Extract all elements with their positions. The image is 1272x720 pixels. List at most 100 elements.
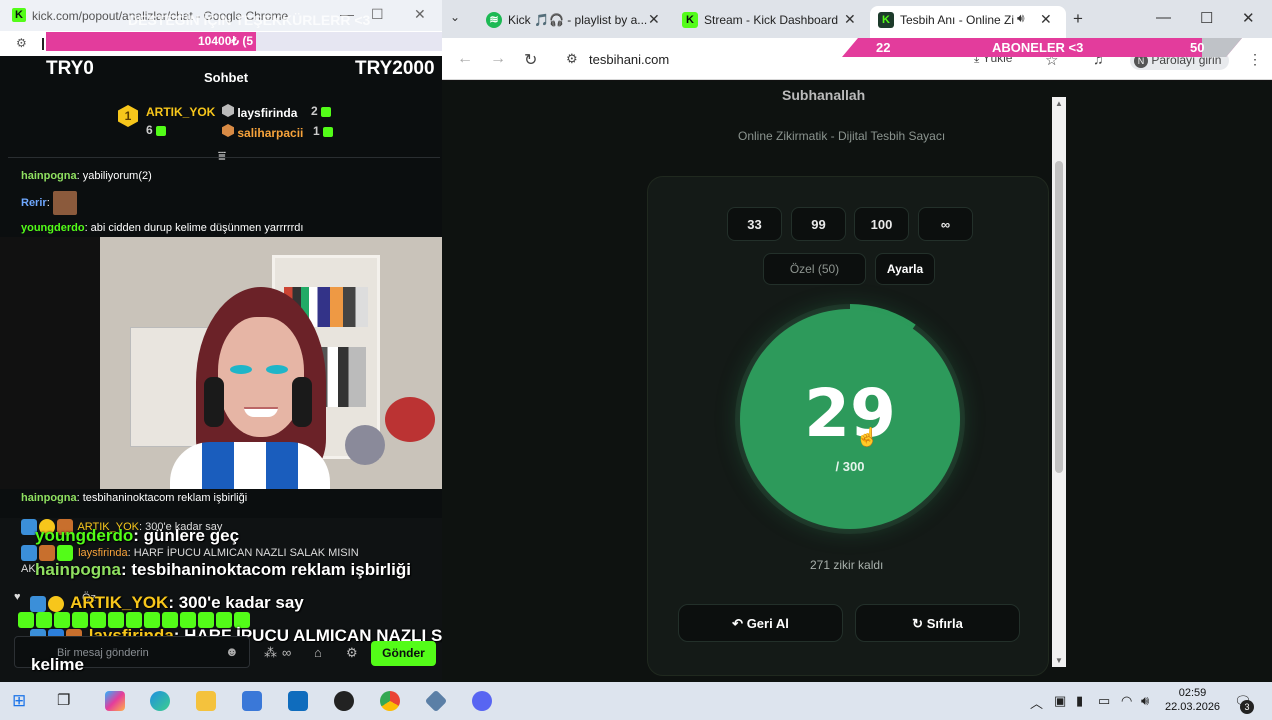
- tab-close-icon[interactable]: ✕: [648, 11, 660, 28]
- clock-time: 02:59: [1178, 687, 1207, 699]
- chat-text: :: [46, 196, 50, 209]
- store-icon[interactable]: ⌂: [314, 645, 322, 660]
- chat-username[interactable]: hainpogna: [21, 492, 77, 504]
- eye-right: [266, 365, 288, 374]
- send-button[interactable]: Gönder: [371, 641, 436, 666]
- scrollbar-thumb[interactable]: [1055, 161, 1063, 473]
- gift-count: 1: [313, 124, 320, 138]
- scroll-up-icon[interactable]: ▲: [1055, 99, 1063, 108]
- close-icon[interactable]: ✕: [1242, 9, 1255, 27]
- notification-count-badge: 3: [1240, 700, 1254, 714]
- overlay-text: : HARF İPUCU ALMICAN NAZLI SALAK MISIN: [127, 546, 359, 559]
- chat-text: : abi cidden durup kelime düşünmen yarrr…: [84, 222, 304, 234]
- store-icon[interactable]: [242, 691, 262, 711]
- chat-username[interactable]: Rerir: [21, 197, 47, 209]
- preset-33-button[interactable]: 33: [727, 207, 782, 241]
- top-gifter-3[interactable]: saliharpacii: [222, 124, 303, 140]
- count-value: 29: [804, 375, 896, 452]
- speaker-icon[interactable]: 🔊︎: [1017, 11, 1025, 26]
- emoji-icon[interactable]: ☻: [225, 644, 239, 659]
- overlay-text: : günlere geç: [133, 526, 240, 545]
- app-icon[interactable]: [424, 689, 448, 713]
- edge-icon[interactable]: [150, 691, 170, 711]
- top-gifter-1[interactable]: 1: [118, 105, 138, 127]
- goal-start-amount: TRY0: [46, 58, 94, 79]
- custom-target-input[interactable]: Özel (50): [763, 253, 866, 285]
- tab-close-icon[interactable]: ✕: [844, 11, 856, 28]
- tab-tesbih[interactable]: K Tesbih Anı - Online Zi 🔊︎ ✕: [870, 6, 1066, 38]
- curtain: [0, 237, 100, 489]
- scroll-down-icon[interactable]: ▼: [1055, 656, 1063, 665]
- forward-icon[interactable]: →: [490, 50, 506, 68]
- chrome-window: ⌄ ≋ Kick 🎵🎧 - playlist by a... ✕ K Strea…: [442, 0, 1272, 682]
- battery-icon[interactable]: ▭: [1098, 693, 1110, 709]
- gift-icon: [321, 106, 332, 117]
- donation-progress-bar: 10400₺ (5: [46, 32, 442, 51]
- screen: K kick.com/popout/analizlar/chat - Googl…: [0, 0, 1272, 720]
- address-bar[interactable]: tesbihani.com: [589, 52, 669, 67]
- back-icon[interactable]: ←: [457, 50, 473, 68]
- windows-start-icon[interactable]: ⊞: [12, 691, 32, 711]
- kick-logo-icon: K: [682, 12, 698, 28]
- goal-end-amount: TRY2000: [355, 58, 435, 79]
- site-info-icon[interactable]: ⚙: [566, 51, 578, 67]
- usb-icon[interactable]: ▮: [1076, 693, 1083, 709]
- tray-overflow-icon[interactable]: ︿: [1030, 693, 1043, 712]
- chat-username[interactable]: youngderdo: [21, 222, 85, 234]
- maximize-icon[interactable]: ☐: [371, 6, 384, 23]
- subscriber-badge-icon: [21, 545, 37, 561]
- emote-picker-icon[interactable]: ⁂: [264, 645, 277, 661]
- top-gifter-1-name[interactable]: ARTIK_YOK: [146, 105, 215, 119]
- page-scrollbar[interactable]: ▲ ▼: [1052, 97, 1066, 667]
- copilot-icon[interactable]: [105, 691, 125, 711]
- web-page: Subhanallah Online Zikirmatik - Dijital …: [442, 81, 1272, 682]
- sub-goal-label: ABONELER <3: [992, 40, 1084, 55]
- preset-99-button[interactable]: 99: [791, 207, 846, 241]
- chat-filter-icon[interactable]: ⩸: [218, 148, 226, 164]
- undo-button[interactable]: ↶ Geri Al: [678, 604, 843, 642]
- tab-close-icon[interactable]: ✕: [1040, 11, 1052, 28]
- wifi-icon[interactable]: ◠: [1121, 693, 1132, 709]
- link-icon[interactable]: ∞: [282, 645, 291, 660]
- tab-kick-dashboard[interactable]: K Stream - Kick Dashboard ✕: [674, 6, 868, 38]
- reset-button[interactable]: ↻ Sıfırla: [855, 604, 1020, 642]
- volume-icon[interactable]: 🔊︎: [1141, 693, 1149, 709]
- tap-counter-button[interactable]: 29 / 300: [740, 309, 960, 529]
- overlay-text: : tesbihaninoktacom reklam işbirliği: [120, 560, 411, 579]
- maximize-icon[interactable]: ☐: [1200, 9, 1213, 27]
- close-icon[interactable]: ✕: [414, 6, 426, 23]
- system-clock[interactable]: 02:59 22.03.2026: [1165, 686, 1220, 714]
- top-gifter-3-name: saliharpacii: [237, 126, 304, 140]
- subscriber-goal-ribbon: 22 ABONELER <3 50: [842, 38, 1242, 57]
- set-target-button[interactable]: Ayarla: [875, 253, 935, 285]
- smile: [244, 407, 278, 417]
- overlay-wrap-line: kelime: [31, 655, 84, 674]
- kick-logo-icon: K: [12, 8, 26, 22]
- overlay-line-3: ARTIK_YOK: 300'e kadar say: [30, 593, 304, 613]
- new-tab-icon[interactable]: +: [1073, 9, 1083, 29]
- task-view-icon[interactable]: ❐: [57, 691, 77, 711]
- outlook-icon[interactable]: [288, 691, 308, 711]
- reload-icon[interactable]: ↻: [524, 50, 537, 70]
- top-gifter-2-count: 2: [311, 104, 332, 118]
- donation-progress-label: 10400₺ (5: [198, 34, 254, 48]
- chat-text: : tesbihaninoktacom reklam işbirliği: [76, 492, 248, 504]
- site-settings-icon[interactable]: ⚙: [16, 36, 27, 50]
- overlay-username: laysfirinda: [78, 546, 128, 559]
- settings-gear-icon[interactable]: ⚙: [346, 645, 358, 661]
- chat-username[interactable]: hainpogna: [21, 170, 77, 182]
- minimize-icon[interactable]: —: [1156, 9, 1171, 26]
- discord-icon[interactable]: [472, 691, 492, 711]
- menu-dots-icon[interactable]: ⋮: [1248, 51, 1262, 68]
- tray-app-icon[interactable]: ▣: [1054, 693, 1066, 709]
- preset-100-button[interactable]: 100: [854, 207, 909, 241]
- obs-icon[interactable]: [334, 691, 354, 711]
- top-gifter-2[interactable]: laysfirinda: [222, 104, 297, 120]
- plush-heart: [385, 397, 435, 442]
- chat-text: : yabiliyorum(2): [76, 170, 152, 182]
- file-explorer-icon[interactable]: [196, 691, 216, 711]
- chrome-icon[interactable]: [380, 691, 400, 711]
- preset-infinity-button[interactable]: ∞: [918, 207, 973, 241]
- tab-search-icon[interactable]: ⌄: [450, 10, 460, 24]
- tab-spotify[interactable]: ≋ Kick 🎵🎧 - playlist by a... ✕: [478, 6, 668, 38]
